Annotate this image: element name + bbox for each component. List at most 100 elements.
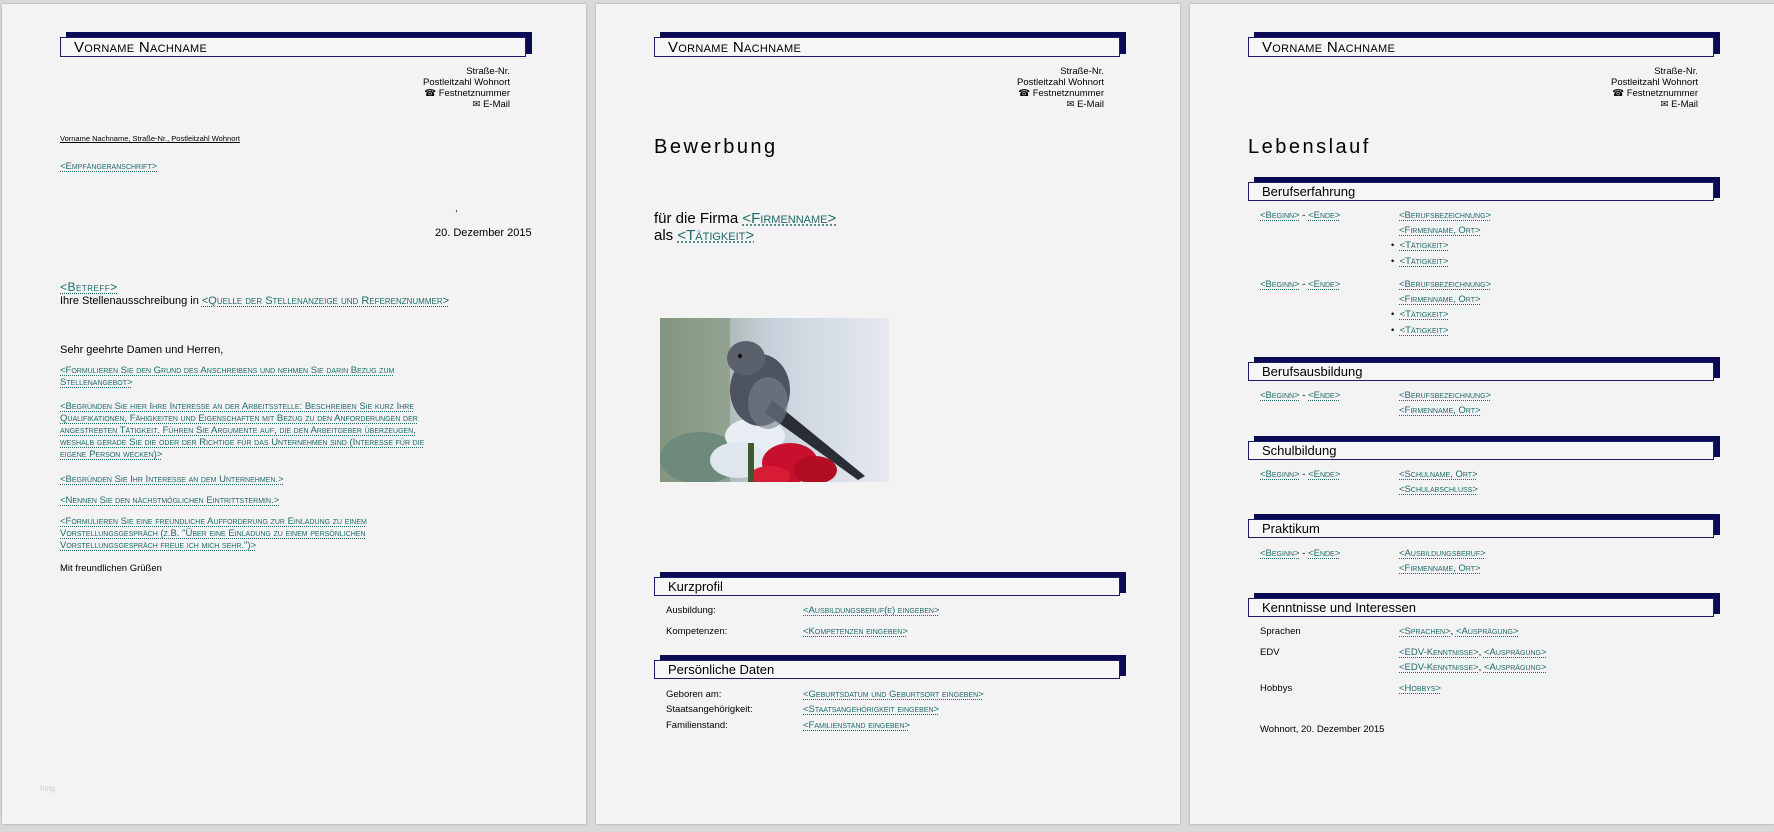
training-header: Berufsausbildung [1248, 362, 1714, 381]
education-placeholder[interactable]: <Ausbildungsberuf(e) eingeben> [803, 605, 939, 616]
job-2-task-1: • <Tätigkeit> [1391, 309, 1448, 320]
training-company[interactable]: <Firmenname, Ort> [1399, 405, 1481, 416]
task-placeholder[interactable]: <Tätigkeit> [1400, 325, 1449, 336]
job-2-title[interactable]: <Berufsbezeichnung> [1399, 279, 1491, 290]
edv-value-1: <EDV-Kenntnisse>, <Ausprägung> [1399, 647, 1547, 658]
training-title[interactable]: <Berufsbezeichnung> [1399, 390, 1491, 401]
place-date: Wohnort, 20. Dezember 2015 [1260, 724, 1385, 735]
nationality-placeholder[interactable]: <Staatsangehörigkeit eingeben> [803, 704, 939, 715]
task-placeholder[interactable]: <Tätigkeit> [1400, 256, 1449, 267]
letter-date: 20. Dezember 2015 [435, 227, 532, 239]
paragraph-company-interest[interactable]: <Begründen Sie Ihr Interesse an dem Unte… [60, 474, 284, 485]
sender-line: Vorname Nachname, Straße-Nr., Postleitza… [60, 134, 240, 143]
period-dash: - [1299, 279, 1309, 290]
birth-label: Geboren am: [666, 689, 722, 700]
hobbies-placeholder[interactable]: <Hobbys> [1399, 683, 1441, 694]
paragraph-qualifications[interactable]: <Begründen Sie hier Ihre Interesse an de… [60, 401, 520, 461]
level-placeholder[interactable]: <Ausprägung> [1456, 626, 1519, 637]
marital-placeholder[interactable]: <Familienstand eingeben> [803, 720, 910, 731]
job-1-task-2: • <Tätigkeit> [1391, 256, 1448, 267]
email: ✉ E-Mail [1066, 99, 1104, 110]
edv-placeholder[interactable]: <EDV-Kenntnisse> [1399, 662, 1479, 673]
languages-placeholder[interactable]: <Sprachen> [1399, 626, 1451, 637]
cv-title: Lebenslauf [1248, 136, 1371, 158]
languages-label: Sprachen [1260, 626, 1301, 637]
end-placeholder[interactable]: <Ende> [1308, 390, 1340, 401]
job-2-company[interactable]: <Firmenname, Ort> [1399, 294, 1481, 305]
paragraph-invitation[interactable]: <Formulieren Sie eine freundliche Auffor… [60, 516, 520, 552]
paragraph-line: <Formulieren Sie eine freundliche Auffor… [60, 516, 367, 527]
task-placeholder[interactable]: <Tätigkeit> [1400, 240, 1449, 251]
hobbies-label: Hobbys [1260, 683, 1293, 694]
paragraph-line: Vorstellungsgespräch (z.B. "Über eine Ei… [60, 528, 366, 539]
birth-placeholder[interactable]: <Geburtsdatum und Geburtsort eingeben> [803, 689, 984, 700]
paragraph-line: Qualifikationen, Fähigkeiten und Eigensc… [60, 413, 418, 424]
begin-placeholder[interactable]: <Beginn> [1260, 279, 1300, 290]
period-dash: - [1299, 469, 1309, 480]
edv-label: EDV [1260, 647, 1280, 658]
period-dash: - [1299, 390, 1309, 401]
position-placeholder[interactable]: <Tätigkeit> [677, 227, 754, 244]
begin-placeholder[interactable]: <Beginn> [1260, 390, 1300, 401]
job-1-period: <Beginn> - <Ende> [1260, 210, 1340, 221]
applicant-name: Vorname Nachname [654, 37, 1120, 57]
cv-page: Vorname Nachname Straße-Nr. Postleitzahl… [1190, 4, 1774, 824]
begin-placeholder[interactable]: <Beginn> [1260, 548, 1300, 559]
postal-city: Postleitzahl Wohnort [1611, 77, 1698, 88]
firm-placeholder[interactable]: <Firmenname> [742, 210, 836, 227]
sender-address: Straße-Nr. Postleitzahl Wohnort ☎ Festne… [1590, 66, 1698, 110]
phone: ☎ Festnetznummer [1612, 88, 1698, 99]
source-placeholder[interactable]: <Quelle der Stellenanzeige und Referenzn… [202, 295, 449, 307]
end-placeholder[interactable]: <Ende> [1308, 210, 1340, 221]
internship-company[interactable]: <Firmenname, Ort> [1399, 563, 1481, 574]
personal-header: Persönliche Daten [654, 660, 1120, 679]
email: ✉ E-Mail [1660, 99, 1698, 110]
end-placeholder[interactable]: <Ende> [1308, 469, 1340, 480]
end-placeholder[interactable]: <Ende> [1308, 548, 1340, 559]
sender-address: Straße-Nr. Postleitzahl Wohnort ☎ Festne… [402, 66, 510, 110]
applicant-name: Vorname Nachname [60, 37, 526, 57]
school-degree[interactable]: <Schulabschluss> [1399, 484, 1478, 495]
bullet: • [1391, 240, 1400, 251]
job-1-company[interactable]: <Firmenname, Ort> [1399, 225, 1481, 236]
edv-placeholder[interactable]: <EDV-Kenntnisse> [1399, 647, 1479, 658]
salutation: Sehr geehrte Damen und Herren, [60, 344, 224, 356]
subject-placeholder[interactable]: <Betreff> [60, 280, 118, 294]
begin-placeholder[interactable]: <Beginn> [1260, 469, 1300, 480]
school-header: Schulbildung [1248, 441, 1714, 460]
competencies-placeholder[interactable]: <Kompetenzen eingeben> [803, 626, 908, 637]
phone: ☎ Festnetznummer [424, 88, 510, 99]
job-2-task-2: • <Tätigkeit> [1391, 325, 1448, 336]
applicant-photo [660, 318, 889, 482]
paragraph-line: eigene Person wecken)> [60, 449, 163, 460]
paragraph-line: Vorstellungsgespräch freue ich mich sehr… [60, 540, 257, 551]
firm-prefix: für die Firma [654, 210, 743, 227]
experience-header: Berufserfahrung [1248, 182, 1714, 201]
skills-header: Kenntnisse und Interessen [1248, 598, 1714, 617]
position-prefix: als [654, 227, 678, 244]
bird-photo-image [660, 318, 889, 482]
training-period: <Beginn> - <Ende> [1260, 390, 1340, 401]
end-placeholder[interactable]: <Ende> [1308, 279, 1340, 290]
begin-placeholder[interactable]: <Beginn> [1260, 210, 1300, 221]
job-1-title[interactable]: <Berufsbezeichnung> [1399, 210, 1491, 221]
cover-title: Bewerbung [654, 136, 778, 158]
internship-profession[interactable]: <Ausbildungsberuf> [1399, 548, 1486, 559]
recipient-placeholder[interactable]: <Empfängeranschrift> [60, 161, 157, 172]
kurzprofil-header: Kurzprofil [654, 577, 1120, 596]
school-period: <Beginn> - <Ende> [1260, 469, 1340, 480]
applicant-name: Vorname Nachname [1248, 37, 1714, 57]
closing: Mit freundlichen Grüßen [60, 563, 162, 574]
school-name[interactable]: <Schulname, Ort> [1399, 469, 1478, 480]
paragraph-line: <Formulieren Sie den Grund des Anschreib… [60, 365, 395, 376]
internship-header: Praktikum [1248, 519, 1714, 538]
bullet: • [1391, 309, 1400, 320]
period-dash: - [1299, 210, 1309, 221]
paragraph-line: angestrebten Tätigkeit. Führen Sie Argum… [60, 425, 416, 436]
paragraph-reason[interactable]: <Formulieren Sie den Grund des Anschreib… [60, 365, 520, 389]
task-placeholder[interactable]: <Tätigkeit> [1400, 309, 1449, 320]
level-placeholder[interactable]: <Ausprägung> [1484, 647, 1547, 658]
paragraph-start-date[interactable]: <Nennen Sie den nächstmöglichen Eintritt… [60, 495, 279, 506]
level-placeholder[interactable]: <Ausprägung> [1484, 662, 1547, 673]
position-line: als <Tätigkeit> [654, 227, 754, 244]
